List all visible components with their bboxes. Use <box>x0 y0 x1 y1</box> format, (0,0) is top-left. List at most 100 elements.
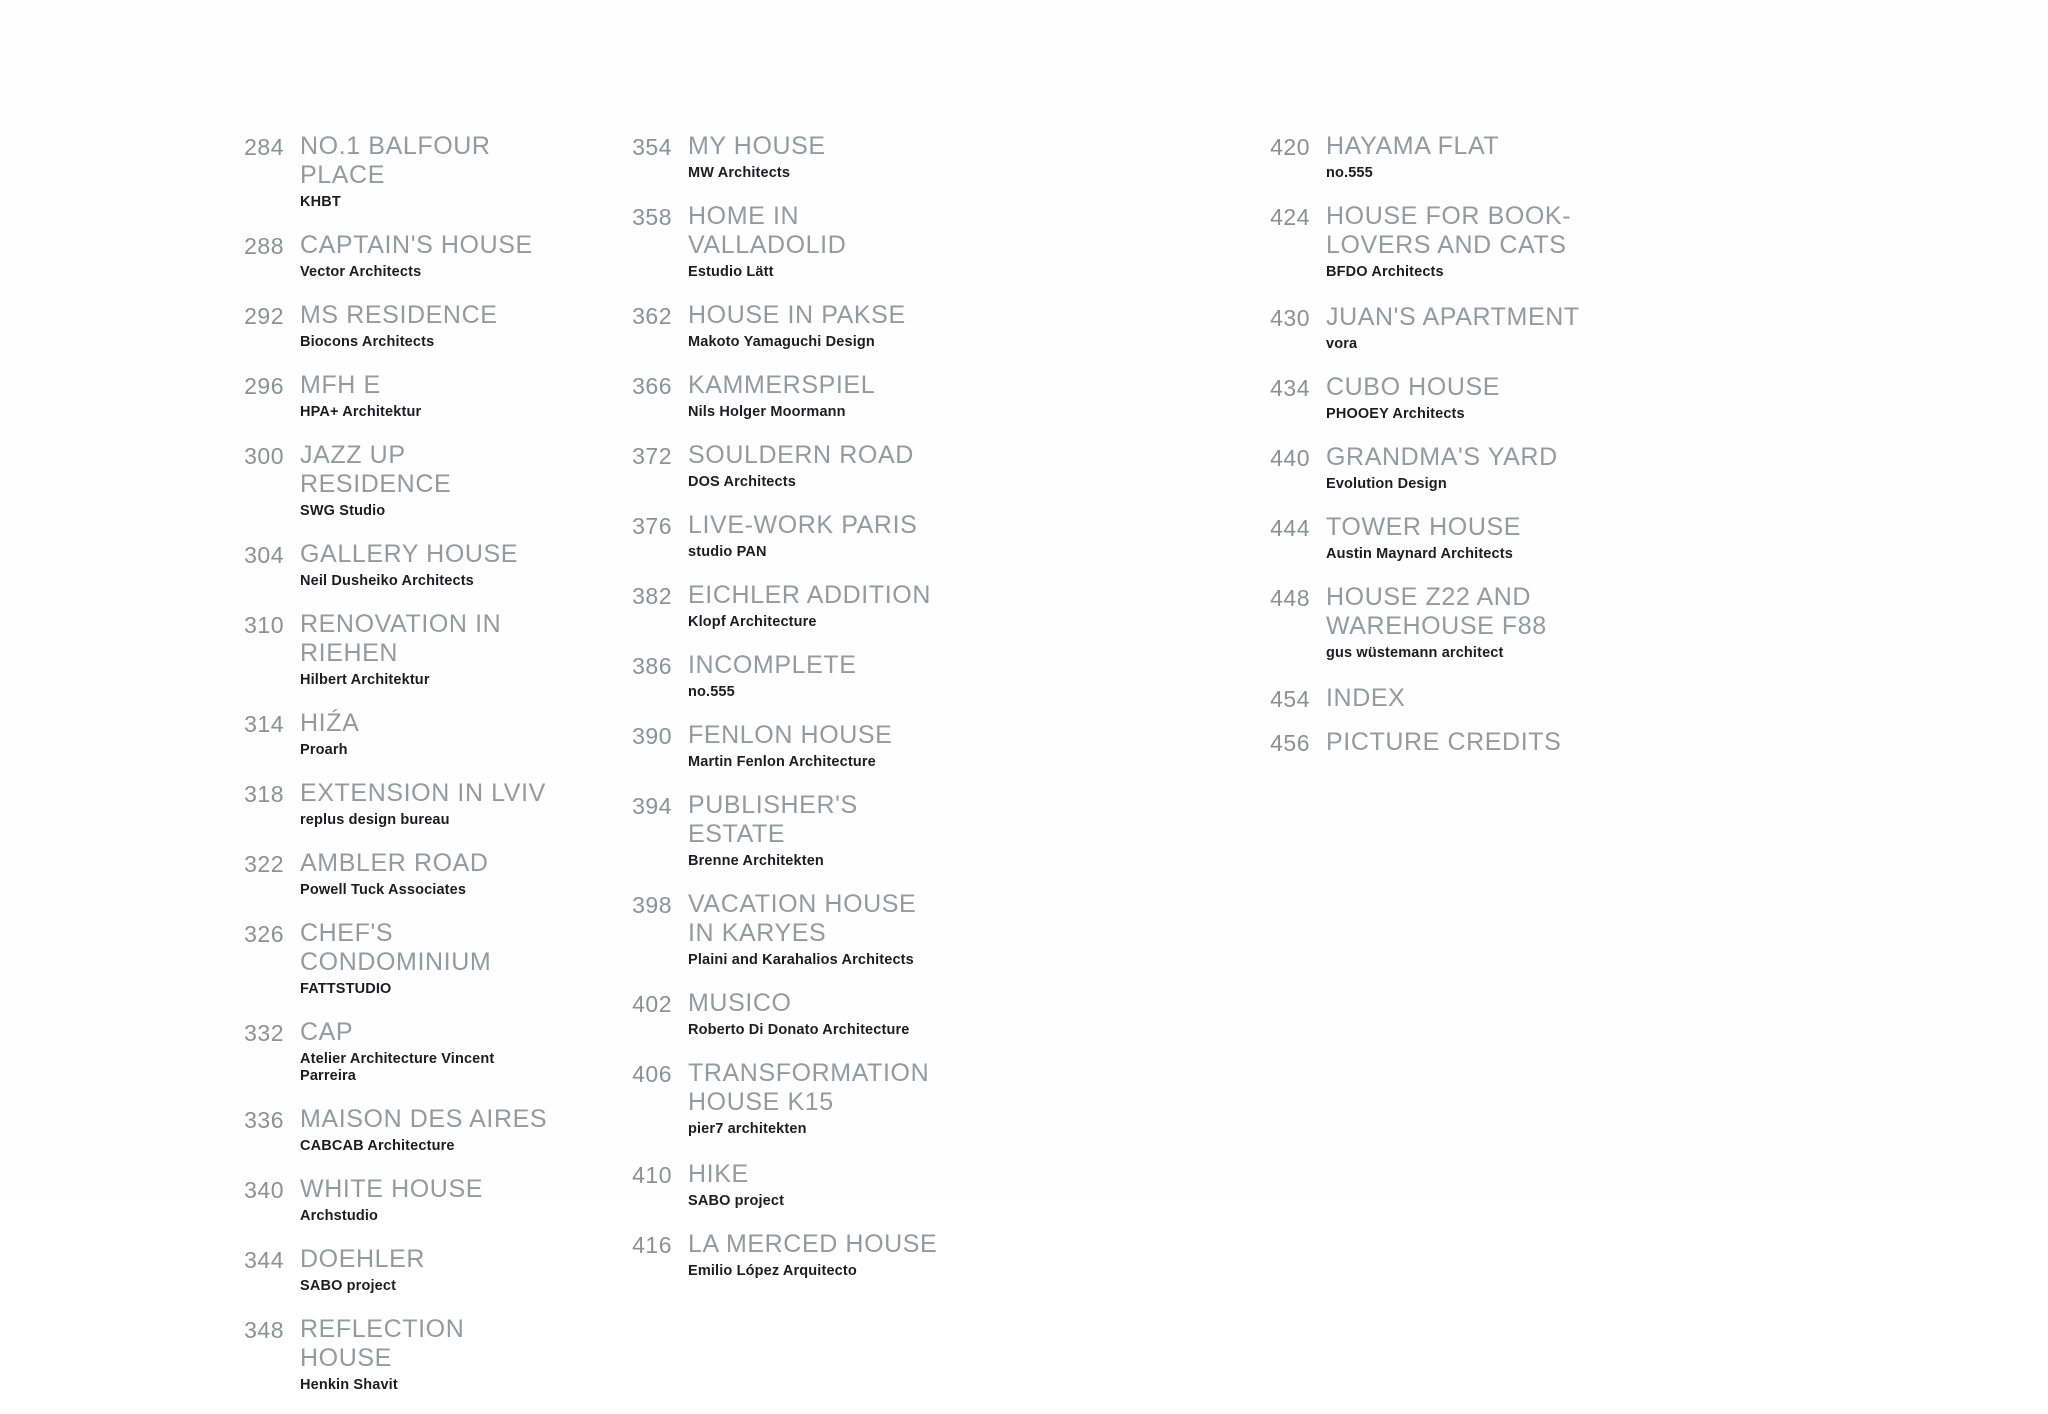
toc-entry[interactable]: 390 FENLON HOUSE Martin Fenlon Architectur… <box>610 721 950 771</box>
toc-entry[interactable]: 336 MAISON DES AIRES CABCAB Architecture <box>222 1105 552 1155</box>
entry-page-number: 416 <box>632 1232 672 1258</box>
toc-entry[interactable]: 402 MUSICO Roberto Di Donato Architecture <box>610 989 950 1039</box>
entry-page-number: 398 <box>632 892 672 918</box>
entry-body: CUBO HOUSE PHOOEY Architects <box>1326 373 1588 423</box>
toc-entry[interactable]: 358 HOME IN VALLADOLID Estudio Lätt <box>610 202 950 281</box>
entry-page-number: 292 <box>244 303 284 329</box>
entry-page-number: 344 <box>244 1247 284 1273</box>
toc-entry[interactable]: 406 TRANSFORMATION HOUSE K15 pier7 archite… <box>610 1059 950 1138</box>
entry-architect: KHBT <box>300 194 341 210</box>
entry-page-number: 390 <box>632 723 672 749</box>
entry-title: SOULDERN ROAD <box>688 441 914 469</box>
toc-entry[interactable]: 376 LIVE-WORK PARIS studio PAN <box>610 511 950 561</box>
entry-title: AMBLER ROAD <box>300 849 489 877</box>
entry-architect: vora <box>1326 336 1358 352</box>
entry-body: HIKE SABO project <box>688 1160 950 1210</box>
toc-entry[interactable]: 314 HIŹA Proarh <box>222 709 552 759</box>
toc-entry[interactable]: 348 REFLECTION HOUSE Henkin Shavit <box>222 1315 552 1394</box>
toc-entry[interactable]: 362 HOUSE IN PAKSE Makoto Yamaguchi Design <box>610 301 950 351</box>
entry-title: EXTENSION IN LVIV <box>300 779 546 807</box>
toc-page: 284 NO.1 BALFOUR PLACE KHBT 288 CAPTAIN'S HO… <box>0 0 2048 1393</box>
entry-body: TRANSFORMATION HOUSE K15 pier7 architekte… <box>688 1059 950 1138</box>
entry-title: PICTURE CREDITS <box>1326 728 1562 756</box>
entry-page-number: 348 <box>244 1317 284 1343</box>
entry-title: DOEHLER <box>300 1245 426 1273</box>
toc-entry[interactable]: 318 EXTENSION IN LVIV replus design bureau <box>222 779 552 829</box>
toc-entry[interactable]: 416 LA MERCED HOUSE Emilio López Arquitect… <box>610 1230 950 1280</box>
toc-entry[interactable]: 288 CAPTAIN'S HOUSE Vector Architects <box>222 231 552 281</box>
entry-title: KAMMERSPIEL <box>688 371 876 399</box>
toc-entry[interactable]: 332 CAP Atelier Architecture Vincent Parre… <box>222 1018 552 1085</box>
entry-title: RENOVATION IN RIEHEN <box>300 610 502 667</box>
entry-title: HOME IN VALLADOLID <box>688 202 847 259</box>
entry-title: HOUSE FOR BOOK- LOVERS AND CATS <box>1326 202 1572 259</box>
entry-body: CAP Atelier Architecture Vincent Parreira <box>300 1018 552 1085</box>
toc-entry[interactable]: 344 DOEHLER SABO project <box>222 1245 552 1295</box>
entry-body: GRANDMA'S YARD Evolution Design <box>1326 443 1588 493</box>
toc-entry[interactable]: 386 INCOMPLETE no.555 <box>610 651 950 701</box>
toc-entry[interactable]: 292 MS RESIDENCE Biocons Architects <box>222 301 552 351</box>
entry-architect: no.555 <box>1326 165 1373 181</box>
toc-entry[interactable]: 300 JAZZ UP RESIDENCE SWG Studio <box>222 441 552 520</box>
toc-entry[interactable]: 372 SOULDERN ROAD DOS Architects <box>610 441 950 491</box>
entry-page-number: 322 <box>244 851 284 877</box>
entry-body: KAMMERSPIEL Nils Holger Moormann <box>688 371 950 421</box>
entry-architect: Martin Fenlon Architecture <box>688 754 876 770</box>
entry-title: HOUSE IN PAKSE <box>688 301 906 329</box>
entry-body: CHEF'S CONDOMINIUM FATTSTUDIO <box>300 919 552 998</box>
toc-entry[interactable]: 398 VACATION HOUSE IN KARYES Plaini and Ka… <box>610 890 950 969</box>
entry-title: JUAN'S APARTMENT <box>1326 303 1580 331</box>
entry-body: JUAN'S APARTMENT vora <box>1326 303 1588 353</box>
toc-entry[interactable]: 410 HIKE SABO project <box>610 1160 950 1210</box>
toc-entry[interactable]: 326 CHEF'S CONDOMINIUM FATTSTUDIO <box>222 919 552 998</box>
toc-entry[interactable]: 394 PUBLISHER'S ESTATE Brenne Architekten <box>610 791 950 870</box>
entry-architect: PHOOEY Architects <box>1326 406 1465 422</box>
toc-entry[interactable]: 456 PICTURE CREDITS <box>1248 728 1588 758</box>
toc-entry[interactable]: 382 EICHLER ADDITION Klopf Architecture <box>610 581 950 631</box>
entry-title: GRANDMA'S YARD <box>1326 443 1558 471</box>
toc-entry[interactable]: 454 INDEX <box>1248 684 1588 714</box>
entry-body: HAYAMA FLAT no.555 <box>1326 132 1588 182</box>
entry-body: HOUSE IN PAKSE Makoto Yamaguchi Design <box>688 301 950 351</box>
toc-entry[interactable]: 296 MFH E HPA+ Architektur <box>222 371 552 421</box>
entry-page-number: 300 <box>244 443 284 469</box>
toc-entry[interactable]: 444 TOWER HOUSE Austin Maynard Architects <box>1248 513 1588 563</box>
entry-title: MFH E <box>300 371 381 399</box>
toc-entry[interactable]: 430 JUAN'S APARTMENT vora <box>1248 303 1588 353</box>
toc-entry[interactable]: 322 AMBLER ROAD Powell Tuck Associates <box>222 849 552 899</box>
entry-page-number: 314 <box>244 711 284 737</box>
toc-entry[interactable]: 434 CUBO HOUSE PHOOEY Architects <box>1248 373 1588 423</box>
entry-page-number: 424 <box>1270 204 1310 230</box>
entry-page-number: 362 <box>632 303 672 329</box>
entry-title: HAYAMA FLAT <box>1326 132 1500 160</box>
entry-body: MY HOUSE MW Architects <box>688 132 950 182</box>
entry-body: WHITE HOUSE Archstudio <box>300 1175 552 1225</box>
entry-title: TRANSFORMATION HOUSE K15 <box>688 1059 930 1116</box>
entry-page-number: 382 <box>632 583 672 609</box>
toc-entry[interactable]: 366 KAMMERSPIEL Nils Holger Moormann <box>610 371 950 421</box>
entry-architect: replus design bureau <box>300 812 450 828</box>
entry-page-number: 304 <box>244 542 284 568</box>
entry-page-number: 420 <box>1270 134 1310 160</box>
entry-architect: Atelier Architecture Vincent Parreira <box>300 1051 495 1084</box>
entry-page-number: 358 <box>632 204 672 230</box>
entry-architect: DOS Architects <box>688 474 796 490</box>
toc-entry[interactable]: 340 WHITE HOUSE Archstudio <box>222 1175 552 1225</box>
entry-body: SOULDERN ROAD DOS Architects <box>688 441 950 491</box>
toc-entry[interactable]: 440 GRANDMA'S YARD Evolution Design <box>1248 443 1588 493</box>
toc-entry[interactable]: 354 MY HOUSE MW Architects <box>610 132 950 182</box>
entry-body: RENOVATION IN RIEHEN Hilbert Architektur <box>300 610 552 689</box>
entry-page-number: 372 <box>632 443 672 469</box>
entry-body: MS RESIDENCE Biocons Architects <box>300 301 552 351</box>
toc-entry[interactable]: 448 HOUSE Z22 AND WAREHOUSE F88 gus wüstem… <box>1248 583 1588 662</box>
entry-architect: SABO project <box>300 1278 397 1294</box>
entry-architect: Brenne Architekten <box>688 853 824 869</box>
entry-title: PUBLISHER'S ESTATE <box>688 791 858 848</box>
toc-entry[interactable]: 304 GALLERY HOUSE Neil Dusheiko Architects <box>222 540 552 590</box>
entry-title: REFLECTION HOUSE <box>300 1315 465 1372</box>
toc-entry[interactable]: 424 HOUSE FOR BOOK- LOVERS AND CATS BFDO A… <box>1248 202 1588 281</box>
toc-entry[interactable]: 284 NO.1 BALFOUR PLACE KHBT <box>222 132 552 211</box>
toc-entry[interactable]: 310 RENOVATION IN RIEHEN Hilbert Architekt… <box>222 610 552 689</box>
entry-body: DOEHLER SABO project <box>300 1245 552 1295</box>
toc-entry[interactable]: 420 HAYAMA FLAT no.555 <box>1248 132 1588 182</box>
